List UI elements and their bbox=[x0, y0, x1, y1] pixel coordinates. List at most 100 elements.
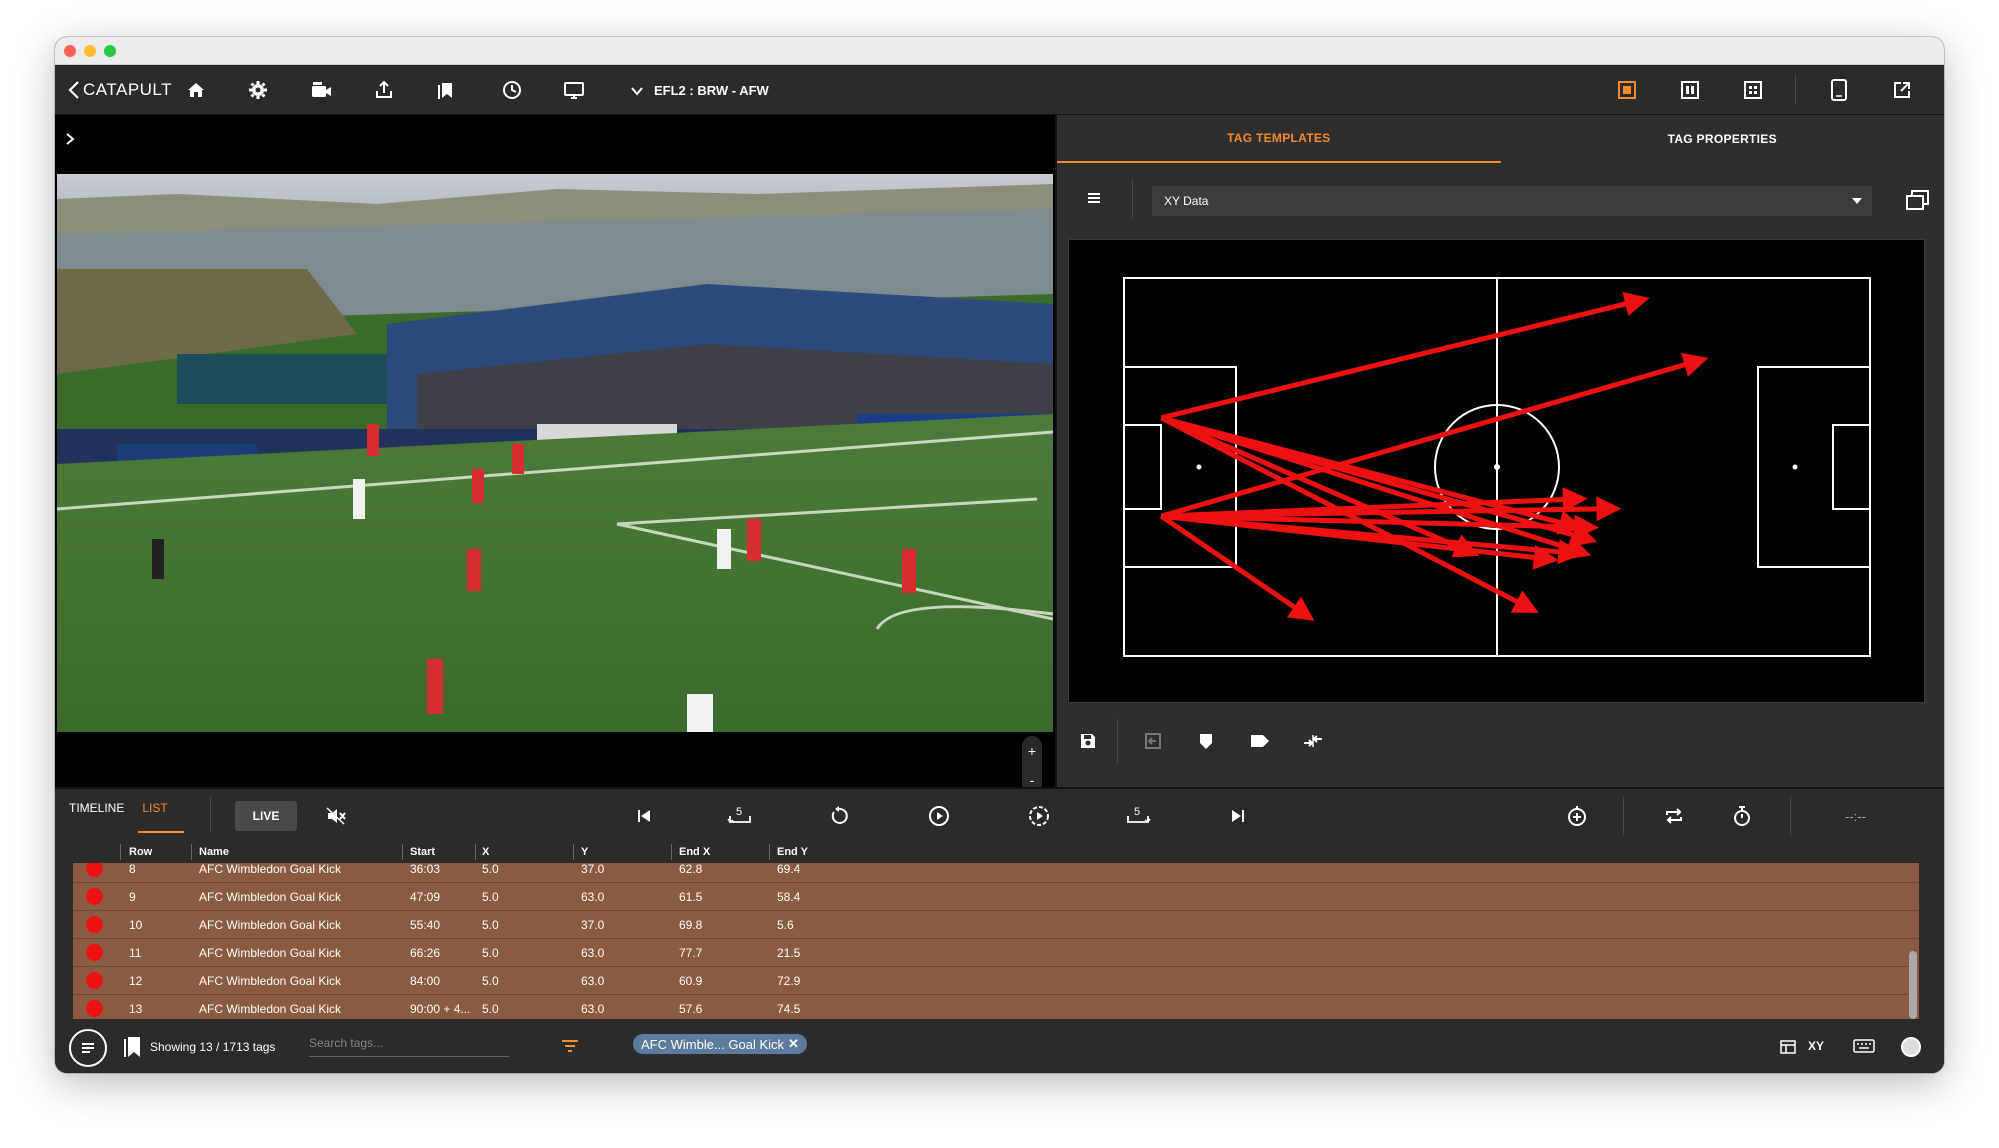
end-y-value: 69.4 bbox=[777, 862, 801, 876]
col-row[interactable]: Row bbox=[129, 846, 152, 858]
pitch-toolbar bbox=[1057, 711, 1944, 771]
home-icon[interactable] bbox=[180, 74, 212, 106]
swap-direction-icon[interactable] bbox=[1300, 728, 1326, 754]
start-time: 47:09 bbox=[410, 890, 441, 904]
tab-timeline[interactable]: TIMELINE bbox=[69, 801, 124, 833]
divider bbox=[1132, 179, 1133, 219]
shield-icon[interactable] bbox=[1193, 728, 1219, 754]
table-icon[interactable] bbox=[1780, 1039, 1796, 1055]
filter-chip[interactable]: AFC Wimble... Goal Kick ✕ bbox=[633, 1034, 807, 1054]
tag-icon[interactable] bbox=[1247, 728, 1273, 754]
right-penalty-area bbox=[1757, 366, 1871, 568]
menu-icon[interactable] bbox=[1085, 189, 1103, 207]
table-row[interactable]: 12 AFC Wimbledon Goal Kick 84:00 5.0 63.0 60.… bbox=[73, 967, 1919, 995]
start-time: 84:00 bbox=[410, 974, 441, 988]
popout-window-icon[interactable] bbox=[1905, 188, 1931, 212]
col-end-x[interactable]: End X bbox=[679, 846, 710, 858]
mute-icon[interactable] bbox=[323, 803, 349, 829]
tablet-icon[interactable] bbox=[1823, 74, 1855, 106]
minimize-window-button[interactable] bbox=[84, 45, 96, 57]
left-penalty-area bbox=[1123, 366, 1237, 568]
divider bbox=[210, 797, 211, 833]
col-name[interactable]: Name bbox=[199, 846, 229, 858]
zoom-in-icon[interactable]: + bbox=[1028, 743, 1036, 759]
skip-to-end-icon[interactable] bbox=[1225, 803, 1251, 829]
column-divider bbox=[769, 844, 770, 860]
template-select[interactable]: XY Data bbox=[1152, 186, 1872, 216]
end-x-value: 61.5 bbox=[679, 890, 703, 904]
bookmark-icon[interactable] bbox=[430, 74, 462, 106]
tag-name: AFC Wimbledon Goal Kick bbox=[199, 862, 342, 876]
camera-icon[interactable] bbox=[305, 74, 337, 106]
start-time: 66:26 bbox=[410, 946, 441, 960]
filter-icon[interactable] bbox=[560, 1037, 580, 1055]
table-row[interactable]: 10 AFC Wimbledon Goal Kick 55:40 5.0 37.0 69.… bbox=[73, 911, 1919, 939]
catapult-logo: CATAPULT bbox=[67, 79, 172, 101]
x-value: 5.0 bbox=[482, 974, 499, 988]
skip-back-5-icon[interactable]: 5 bbox=[727, 803, 753, 829]
table-row[interactable]: 11 AFC Wimbledon Goal Kick 66:26 5.0 63.0 77.… bbox=[73, 939, 1919, 967]
status-indicator[interactable] bbox=[1901, 1037, 1921, 1057]
save-icon[interactable] bbox=[1075, 728, 1101, 754]
template-select-value: XY Data bbox=[1164, 194, 1209, 208]
monitor-icon[interactable] bbox=[558, 74, 590, 106]
pitch-xy-view[interactable] bbox=[1068, 239, 1925, 703]
search-tags-input[interactable]: Search tags... bbox=[309, 1033, 509, 1057]
layout-single-icon[interactable] bbox=[1611, 74, 1643, 106]
skip-forward-5-label: 5 bbox=[1134, 806, 1140, 818]
play-icon[interactable] bbox=[926, 803, 952, 829]
xy-toggle[interactable]: XY bbox=[1808, 1039, 1824, 1053]
share-icon[interactable] bbox=[368, 74, 400, 106]
tab-list[interactable]: LIST bbox=[138, 801, 184, 833]
table-row[interactable]: 9 AFC Wimbledon Goal Kick 47:09 5.0 63.0 61.5… bbox=[73, 883, 1919, 911]
column-divider bbox=[475, 844, 476, 860]
main-toolbar: CATAPULT EFL2 : BRW - AFW bbox=[55, 65, 1944, 115]
table-row[interactable]: 13 AFC Wimbledon Goal Kick 90:00 + 4... 5.0… bbox=[73, 995, 1919, 1019]
live-button[interactable]: LIVE bbox=[235, 801, 297, 831]
tag-color-dot bbox=[86, 916, 103, 933]
layout-grid-icon[interactable] bbox=[1737, 74, 1769, 106]
divider bbox=[1117, 719, 1118, 763]
col-x[interactable]: X bbox=[482, 846, 489, 858]
zoom-out-icon[interactable]: - bbox=[1030, 772, 1035, 788]
expand-chevron-icon[interactable] bbox=[63, 132, 77, 146]
replay-icon[interactable] bbox=[826, 803, 852, 829]
skip-forward-5-icon[interactable]: 5 bbox=[1125, 803, 1151, 829]
loop-icon[interactable] bbox=[1661, 803, 1687, 829]
video-player[interactable] bbox=[57, 174, 1053, 732]
start-time: 90:00 + 4... bbox=[410, 1002, 471, 1016]
match-selector[interactable]: EFL2 : BRW - AFW bbox=[630, 83, 769, 98]
notes-button[interactable] bbox=[69, 1029, 107, 1067]
end-x-value: 57.6 bbox=[679, 1002, 703, 1016]
tag-name: AFC Wimbledon Goal Kick bbox=[199, 890, 342, 904]
external-link-icon[interactable] bbox=[1886, 74, 1918, 106]
skip-to-start-icon[interactable] bbox=[631, 803, 657, 829]
right-goal-area bbox=[1832, 424, 1871, 510]
col-end-y[interactable]: End Y bbox=[777, 846, 808, 858]
catapult-logo-mark-icon bbox=[68, 81, 79, 99]
end-x-value: 77.7 bbox=[679, 946, 703, 960]
table-scrollbar[interactable] bbox=[1909, 951, 1917, 1019]
tab-tag-templates[interactable]: TAG TEMPLATES bbox=[1057, 115, 1501, 163]
remove-filter-icon[interactable]: ✕ bbox=[788, 1036, 799, 1052]
history-icon[interactable] bbox=[496, 74, 528, 106]
settings-icon[interactable] bbox=[242, 74, 274, 106]
tab-tag-properties[interactable]: TAG PROPERTIES bbox=[1501, 115, 1945, 163]
view-tabs: TIMELINE LIST bbox=[69, 801, 198, 833]
layout-split-icon[interactable] bbox=[1674, 74, 1706, 106]
import-icon[interactable] bbox=[1140, 728, 1166, 754]
play-slow-icon[interactable] bbox=[1026, 803, 1052, 829]
zoom-control[interactable]: + - bbox=[1022, 736, 1042, 794]
row-number: 9 bbox=[129, 890, 136, 904]
divider bbox=[1623, 797, 1624, 835]
close-window-button[interactable] bbox=[64, 45, 76, 57]
add-marker-icon[interactable] bbox=[1564, 803, 1590, 829]
col-y[interactable]: Y bbox=[581, 846, 588, 858]
end-y-value: 5.6 bbox=[777, 918, 794, 932]
tags-table: 8 AFC Wimbledon Goal Kick 36:03 5.0 37.0 62.8… bbox=[73, 841, 1919, 1019]
keyboard-icon[interactable] bbox=[1853, 1038, 1875, 1054]
bookmark-icon[interactable] bbox=[122, 1035, 142, 1059]
col-start[interactable]: Start bbox=[410, 846, 435, 858]
zoom-window-button[interactable] bbox=[104, 45, 116, 57]
stopwatch-icon[interactable] bbox=[1729, 803, 1755, 829]
